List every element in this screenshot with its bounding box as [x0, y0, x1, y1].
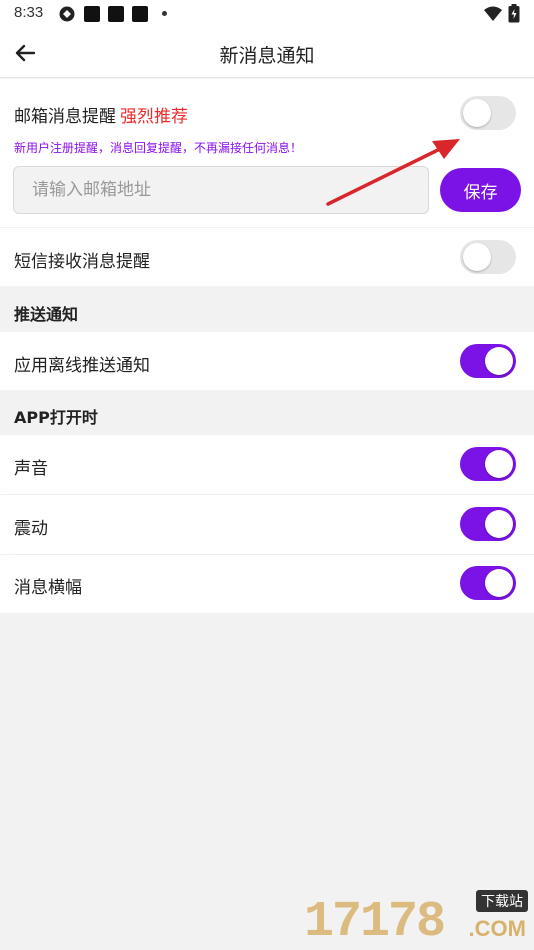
sms-alert-row[interactable]: 短信接收消息提醒: [0, 228, 534, 286]
app-open-section-title: APP打开时: [14, 408, 98, 427]
status-bar: 8:33: [0, 0, 534, 28]
toggle-knob: [485, 450, 513, 478]
watermark-tag: 下载站: [476, 890, 528, 912]
annotation-arrow-icon: [326, 139, 460, 206]
sound-toggle[interactable]: [460, 447, 516, 481]
offline-push-label: 应用离线推送通知: [14, 356, 150, 376]
notification-square-icon: [108, 6, 124, 22]
sound-label: 声音: [14, 459, 48, 479]
banner-row[interactable]: 消息横幅: [0, 555, 534, 613]
offline-push-toggle[interactable]: [460, 344, 516, 378]
email-alert-toggle[interactable]: [460, 96, 516, 130]
vibration-label: 震动: [14, 519, 48, 539]
wifi-icon: [484, 6, 502, 21]
notification-square-icon: [84, 6, 100, 22]
toggle-knob: [485, 510, 513, 538]
toggle-knob: [463, 99, 491, 127]
email-alert-title: 邮箱消息提醒: [14, 107, 116, 127]
watermark-digits: 17178: [304, 894, 446, 950]
toggle-knob: [463, 243, 491, 271]
push-section-title: 推送通知: [14, 305, 79, 324]
status-time: 8:33: [14, 4, 44, 21]
watermark-suffix: .COM: [468, 916, 526, 941]
recommend-tag: 强烈推荐: [120, 107, 188, 127]
email-alert-label: 邮箱消息提醒 强烈推荐: [14, 102, 188, 127]
site-watermark: 17178 下载站 .COM: [304, 888, 530, 950]
push-section-header: 推送通知: [0, 287, 534, 332]
sound-row[interactable]: 声音: [0, 435, 534, 494]
vibration-toggle[interactable]: [460, 507, 516, 541]
email-alert-hint: 新用户注册提醒，消息回复提醒，不再漏接任何消息！: [14, 141, 303, 155]
battery-icon: [508, 4, 520, 23]
sync-icon: [59, 6, 75, 22]
banner-toggle[interactable]: [460, 566, 516, 600]
sms-alert-label: 短信接收消息提醒: [14, 252, 150, 272]
vibration-row[interactable]: 震动: [0, 495, 534, 554]
banner-label: 消息横幅: [14, 578, 82, 598]
notification-square-icon: [132, 6, 148, 22]
toggle-knob: [485, 347, 513, 375]
toggle-knob: [485, 569, 513, 597]
offline-push-row[interactable]: 应用离线推送通知: [0, 332, 534, 390]
sms-alert-toggle[interactable]: [460, 240, 516, 274]
app-bar: 新消息通知: [0, 28, 534, 78]
app-open-section-header: APP打开时: [0, 390, 534, 435]
more-dot-icon: [162, 11, 167, 16]
page-title: 新消息通知: [219, 45, 315, 67]
